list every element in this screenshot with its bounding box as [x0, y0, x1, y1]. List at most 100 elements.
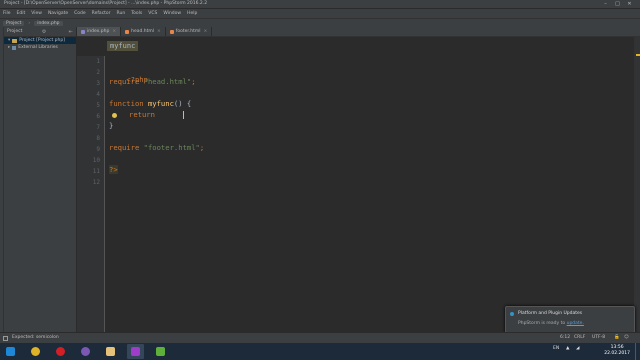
tab-label: index.php [87, 29, 110, 34]
string-literal: "head.html" [143, 77, 192, 86]
function-breadcrumb[interactable]: myfunc [107, 41, 139, 51]
tool-windows-icon[interactable] [3, 336, 8, 341]
volume-icon[interactable]: ◢ [576, 346, 579, 351]
update-link[interactable]: update. [567, 321, 584, 326]
nav-crumb-project[interactable]: Project [3, 20, 25, 26]
navigation-bar: Project › index.php [0, 18, 640, 27]
show-desktop-button[interactable] [635, 343, 640, 360]
code-line-5: function myfunc() { [109, 99, 191, 108]
title-bar: Project - [D:\OpenServer\OpenServer\doma… [0, 0, 640, 9]
minimize-button[interactable]: – [601, 1, 610, 7]
text-caret [183, 111, 184, 119]
menu-help[interactable]: Help [187, 11, 197, 16]
line-number: 9 [96, 146, 100, 153]
inspector-icon[interactable]: ☺ [624, 335, 629, 340]
line-number: 1 [96, 58, 100, 65]
caret-position[interactable]: 6:12 [560, 335, 570, 340]
chevron-right-icon: › [28, 20, 31, 26]
keyword: require [109, 77, 140, 86]
chevron-down-icon[interactable]: ▾ [8, 38, 10, 43]
php-file-icon [81, 29, 85, 34]
menu-code[interactable]: Code [74, 11, 86, 16]
editor-tab-bar: index.php × head.html × footer.html × [77, 27, 640, 37]
project-panel: Project ⚙ ⇤ ▾ Project [Project php] ▸ Ex… [4, 27, 77, 332]
viber-icon[interactable] [77, 344, 94, 359]
project-panel-header: Project ⚙ ⇤ [4, 27, 76, 37]
opera-icon[interactable] [52, 344, 69, 359]
line-number: 4 [96, 91, 100, 98]
notification-title: Platform and Plugin Updates [518, 311, 583, 316]
taskbar: EN ▲ ◢ 13:56 22.02.2017 [0, 343, 640, 360]
tab-label: head.html [131, 29, 155, 34]
php-close-tag: ?> [109, 165, 118, 174]
status-bar: Expected: semicolon 6:12 CRLF UTF-8 🔓 ☺ [0, 332, 640, 343]
chevron-right-icon[interactable]: ▸ [8, 45, 10, 50]
camtasia-icon[interactable] [152, 344, 169, 359]
line-number: 10 [92, 157, 100, 164]
string-literal: "footer.html" [143, 143, 200, 152]
line-number: 3 [96, 80, 100, 87]
hide-panel-icon[interactable]: ⇤ [69, 29, 73, 35]
close-tab-icon[interactable]: × [157, 29, 161, 34]
chrome-icon[interactable] [27, 344, 44, 359]
status-message: Expected: semicolon [12, 335, 59, 340]
menu-window[interactable]: Window [163, 11, 181, 16]
intention-bulb-icon[interactable] [112, 113, 117, 118]
line-number: 6 [96, 113, 100, 120]
settings-gear-icon[interactable]: ⚙ [42, 29, 46, 35]
code-line-7: } [109, 121, 113, 130]
semicolon: ; [199, 143, 205, 152]
close-tab-icon[interactable]: × [204, 29, 208, 34]
tree-item-external-libraries[interactable]: ▸ External Libraries [4, 44, 76, 51]
tree-item-label: External Libraries [18, 45, 58, 50]
line-number: 8 [96, 135, 100, 142]
language-indicator[interactable]: EN [553, 346, 559, 351]
menu-view[interactable]: View [31, 11, 42, 16]
code-editor[interactable]: <?php require "head.html"; function myfu… [106, 56, 640, 332]
tab-head-html[interactable]: head.html × [121, 27, 166, 36]
menu-vcs[interactable]: VCS [148, 11, 157, 16]
tab-index-php[interactable]: index.php × [77, 27, 122, 36]
tree-item-label: Project [Project php] [19, 38, 65, 43]
menu-run[interactable]: Run [117, 11, 126, 16]
folder-icon [12, 38, 18, 43]
nav-crumb-file[interactable]: index.php [34, 20, 63, 26]
keyword: return [129, 110, 155, 119]
function-name: myfunc [147, 99, 174, 108]
phpstorm-icon[interactable] [127, 344, 144, 359]
network-icon[interactable]: ▲ [566, 346, 569, 351]
maximize-button[interactable]: □ [613, 1, 622, 7]
line-separator[interactable]: CRLF [574, 335, 585, 340]
project-panel-title[interactable]: Project [7, 29, 22, 34]
system-clock[interactable]: 13:56 22.02.2017 [604, 345, 630, 356]
lock-icon[interactable]: 🔓 [614, 335, 620, 340]
code-line-6: return [129, 110, 155, 119]
warning-marker[interactable] [636, 54, 640, 56]
clock-date: 22.02.2017 [604, 350, 630, 356]
file-encoding[interactable]: UTF-8 [592, 335, 605, 340]
window-title: Project - [D:\OpenServer\OpenServer\doma… [4, 1, 208, 6]
explorer-icon[interactable] [102, 344, 119, 359]
windows-start-icon[interactable] [2, 344, 19, 359]
close-tab-icon[interactable]: × [112, 29, 116, 34]
line-number: 12 [92, 179, 100, 186]
code-line-3: require "head.html"; [109, 77, 196, 86]
close-button[interactable]: ✕ [625, 1, 634, 7]
update-notification[interactable]: Platform and Plugin Updates PhpStorm is … [505, 306, 635, 333]
notification-text: PhpStorm is ready to update. [518, 321, 584, 326]
menu-navigate[interactable]: Navigate [48, 11, 68, 16]
menu-edit[interactable]: Edit [17, 11, 26, 16]
code-line-11: ?> [109, 165, 118, 174]
tree-item-project[interactable]: ▾ Project [Project php] [4, 37, 76, 44]
menu-file[interactable]: File [3, 11, 11, 16]
keyword: require [109, 143, 140, 152]
menu-bar: File Edit View Navigate Code Refactor Ru… [0, 9, 640, 18]
menu-refactor[interactable]: Refactor [92, 11, 111, 16]
code-punctuation: } [109, 121, 114, 130]
error-stripe[interactable] [634, 37, 640, 332]
semicolon: ; [191, 77, 196, 86]
code-punctuation: () { [173, 99, 192, 108]
menu-tools[interactable]: Tools [131, 11, 142, 16]
tab-footer-html[interactable]: footer.html × [166, 27, 213, 36]
line-number: 11 [92, 168, 100, 175]
